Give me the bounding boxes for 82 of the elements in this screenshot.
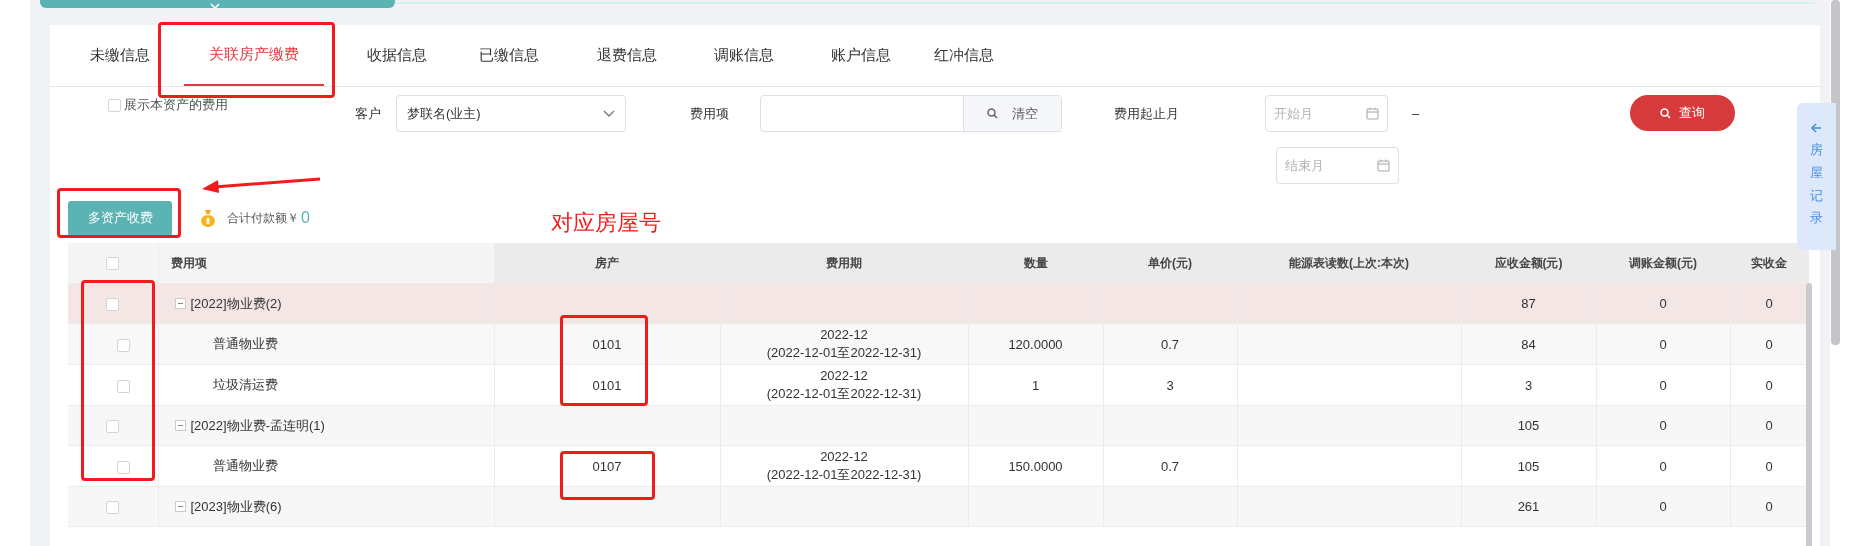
total-label: 合计付款额￥ (227, 209, 299, 227)
table-cell: 0101 (592, 336, 622, 352)
checkbox[interactable] (117, 460, 131, 474)
checkbox[interactable] (106, 420, 120, 434)
table-cell: 0 (1765, 377, 1773, 393)
table-cell: 150.0000 (1008, 458, 1063, 474)
table-cell: 0 (1659, 296, 1667, 311)
column-header: 实收金 (1730, 243, 1808, 284)
checkbox[interactable] (117, 379, 131, 393)
calendar-icon (1377, 159, 1390, 172)
table-cell: 1 (1031, 377, 1040, 393)
table-cell: 0101 (592, 377, 622, 393)
checkbox[interactable] (106, 257, 120, 271)
annotation-note: 对应房屋号 (551, 209, 661, 237)
table-cell-text: 2022-12 (2022-12-01至2022-12-31) (765, 448, 923, 484)
table-cell: 261 (1517, 499, 1540, 514)
checkbox[interactable] (108, 98, 121, 112)
table-cell: 0 (1765, 499, 1773, 514)
chevron-down-icon (603, 109, 615, 118)
range-separator: – (1412, 106, 1420, 121)
table-cell: 0 (1765, 418, 1773, 433)
tab[interactable]: 收据信息 (344, 25, 450, 86)
table-cell: 0 (1765, 336, 1773, 352)
search-icon (1660, 107, 1671, 119)
table-cell: 105 (1517, 458, 1540, 474)
fee-group-name: [2023]物业费(6) (190, 497, 282, 516)
checkbox[interactable] (106, 298, 120, 312)
checkbox[interactable] (106, 501, 120, 515)
query-button[interactable]: 查询 (1630, 95, 1735, 131)
customer-select[interactable]: 梦联名(业主) (396, 95, 626, 132)
table-cell-text: 2022-12 (2022-12-01至2022-12-31) (765, 326, 923, 362)
tab[interactable]: 调账信息 (685, 25, 802, 86)
arrow-left-icon (1811, 123, 1822, 133)
calendar-icon (1366, 107, 1379, 120)
table-cell: 120.0000 (1008, 336, 1063, 352)
checkbox-label: 展示本资产的费用 (124, 96, 228, 114)
tab[interactable]: 未缴信息 (72, 25, 167, 86)
field-label: 费用起止月 (1114, 105, 1180, 123)
tab[interactable]: 账户信息 (802, 25, 919, 86)
fee-item-name: 垃圾清运费 (211, 376, 279, 394)
column-header: 调账金额(元) (1596, 243, 1730, 284)
table-cell: 0 (1659, 499, 1667, 514)
column-header: 数量 (968, 243, 1103, 284)
money-bag-icon (200, 209, 216, 227)
collapse-icon[interactable] (174, 298, 186, 309)
total-amount: 0 (301, 209, 310, 227)
column-header: 应收金额(元) (1461, 243, 1596, 284)
fee-item-name: 普通物业费 (211, 335, 279, 353)
table-cell: 0 (1659, 377, 1667, 393)
table-cell: 105 (1517, 418, 1540, 433)
field-label: 客户 (355, 105, 382, 123)
tab[interactable]: 已缴信息 (450, 25, 568, 86)
table-cell: 0 (1659, 336, 1667, 352)
collapse-icon[interactable] (174, 501, 186, 512)
table-cell: 87 (1521, 296, 1536, 311)
table-cell-text: 2022-12 (2022-12-01至2022-12-31) (765, 367, 923, 403)
column-header: 房产 (494, 243, 720, 284)
table-cell: 3 (1524, 377, 1533, 393)
table-cell: 84 (1521, 336, 1536, 352)
table-cell: 0 (1659, 458, 1667, 474)
table-cell: 0 (1765, 296, 1773, 311)
table-cell: 0107 (592, 458, 622, 474)
tab[interactable]: 关联房产缴费 (184, 25, 324, 86)
table-cell: 0 (1765, 458, 1773, 474)
field-label: 费用项 (690, 105, 730, 123)
collapse-icon[interactable] (174, 420, 186, 431)
table-cell: 3 (1166, 377, 1174, 393)
column-header: 单价(元) (1103, 243, 1237, 284)
checkbox[interactable] (117, 338, 131, 352)
table-cell: 0 (1659, 418, 1667, 433)
fee-group-name: [2022]物业费(2) (190, 294, 282, 313)
fee-group-name: [2022]物业费-孟连明(1) (190, 416, 325, 435)
fee-item-name: 普通物业费 (211, 457, 279, 475)
start-month-field[interactable]: 开始月 (1265, 95, 1388, 132)
column-header: 费用期 (720, 243, 968, 284)
table-cell: 0.7 (1160, 336, 1180, 352)
column-header: 能源表读数(上次:本次) (1237, 243, 1461, 284)
tab[interactable]: 退费信息 (568, 25, 685, 86)
column-header: 费用项 (158, 243, 494, 284)
end-month-field[interactable]: 结束月 (1276, 147, 1399, 184)
tab[interactable]: 红冲信息 (919, 25, 1009, 86)
table-cell: 0.7 (1160, 458, 1180, 474)
